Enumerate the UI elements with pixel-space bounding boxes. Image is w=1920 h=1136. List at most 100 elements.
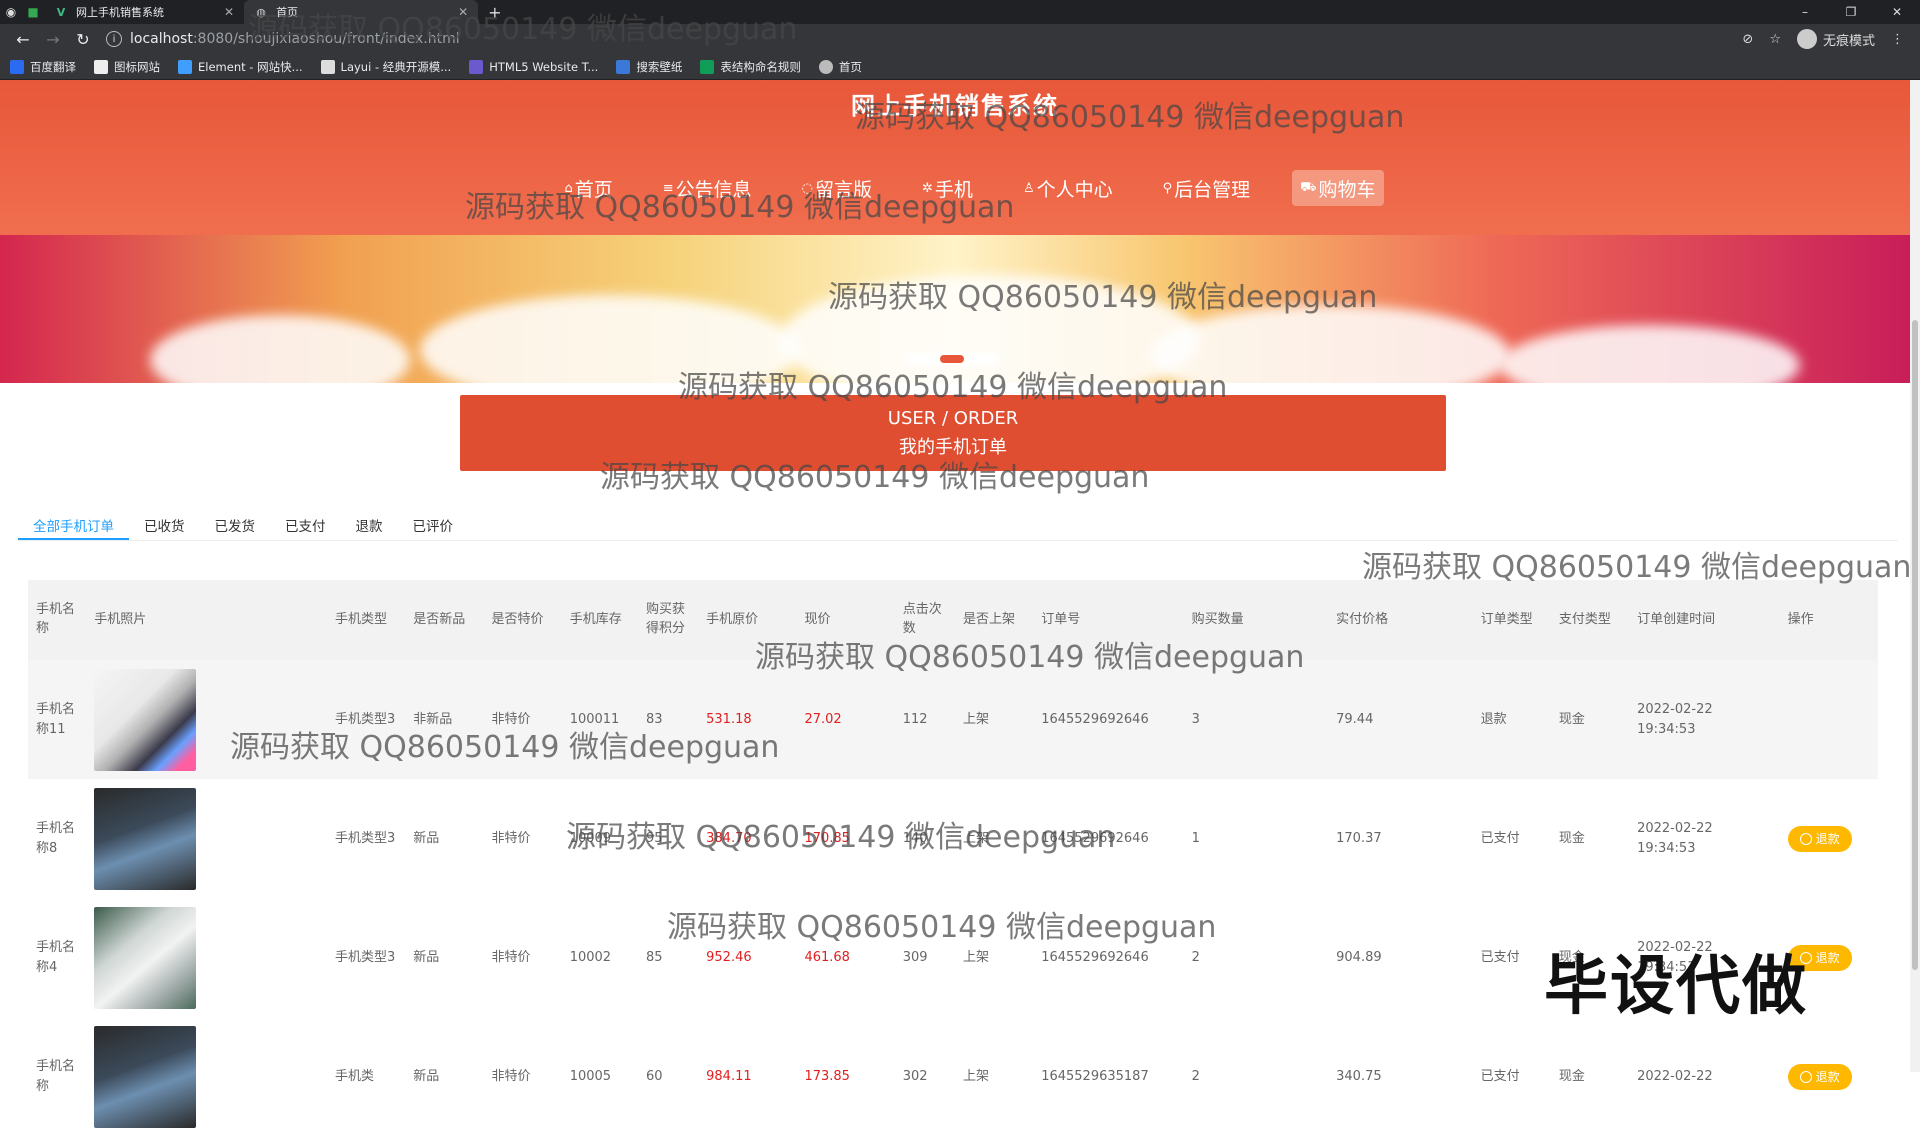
bookmark-label: HTML5 Website T... [489, 59, 599, 74]
page-scrollbar[interactable] [1910, 80, 1920, 1072]
nav-cart[interactable]: ⛟ 购物车 [1292, 170, 1384, 206]
bookmark-label: Element - 网站快... [198, 59, 303, 74]
phone-photo[interactable] [94, 906, 197, 1009]
column-header: 点击次数 [902, 602, 942, 636]
url-path: :8080/shoujixiaoshou/front/index.html [192, 31, 460, 47]
cell-price: 170.85 [804, 830, 850, 846]
bookmark-item[interactable]: 图标网站 [94, 59, 160, 75]
close-icon[interactable]: ✕ [224, 5, 234, 19]
cell-is-special: 非特价 [491, 1068, 531, 1084]
vue-logo-icon: V [56, 5, 66, 19]
tab-received[interactable]: 已收货 [129, 505, 200, 540]
browser-tab-label: 首页 [276, 6, 299, 19]
bookmark-item[interactable]: 表结构命名规则 [700, 59, 801, 75]
bookmark-item[interactable]: 首页 [818, 59, 862, 75]
refund-label: 退款 [1815, 950, 1840, 965]
cell-on-shelf: 上架 [962, 949, 989, 965]
back-icon[interactable]: ← [8, 30, 38, 49]
tracking-off-icon[interactable]: ⊘ [1742, 32, 1753, 47]
bookmark-label: 首页 [838, 59, 862, 74]
cell-created: 2022-02-22 19:34:53 [1637, 821, 1713, 856]
cell-price: 173.85 [804, 1068, 850, 1084]
tab-reviewed[interactable]: 已评价 [398, 505, 469, 540]
message-icon: ◌ [801, 180, 813, 196]
refund-button[interactable]: 退款 [1787, 825, 1852, 852]
phone-photo[interactable] [94, 668, 197, 771]
tab-all-orders[interactable]: 全部手机订单 [18, 505, 129, 540]
nav-label: 个人中心 [1036, 178, 1113, 201]
cell-order-type: 退款 [1480, 711, 1507, 727]
kebab-menu-icon[interactable]: ⋮ [1891, 32, 1904, 47]
cell-created: 2022-02-22 [1637, 1068, 1713, 1084]
nav-label: 首页 [574, 178, 613, 201]
star-icon[interactable]: ☆ [1769, 32, 1781, 47]
carousel-dot[interactable] [910, 355, 934, 363]
section-title-banner: USER / ORDER 我的手机订单 [460, 395, 1446, 471]
cell-points: 95 [645, 830, 663, 846]
bookmark-item[interactable]: Layui - 经典开源模... [320, 59, 451, 75]
site-title: 网上手机销售系统 [851, 92, 1059, 120]
bookmark-item[interactable]: 百度翻译 [10, 59, 76, 75]
cell-order-type: 已支付 [1480, 949, 1520, 965]
nav-label: 手机 [934, 178, 973, 201]
minimize-icon[interactable]: – [1782, 0, 1828, 24]
nav-phones[interactable]: ✲ 手机 [914, 170, 981, 206]
phone-photo[interactable] [94, 1025, 197, 1128]
profile-label: 无痕模式 [1822, 33, 1875, 49]
close-window-icon[interactable]: ✕ [1874, 0, 1920, 24]
phone-photo-cell [86, 660, 327, 779]
forward-icon[interactable]: → [38, 30, 68, 49]
cell-pay-type: 现金 [1558, 711, 1585, 727]
nav-admin[interactable]: ⚲ 后台管理 [1155, 170, 1259, 206]
browser-tab-2[interactable]: ◍ 首页 ✕ [244, 0, 479, 24]
scrollbar-thumb[interactable] [1912, 320, 1918, 970]
nav-profile[interactable]: ♙ 个人中心 [1015, 170, 1121, 206]
close-icon[interactable]: ✕ [458, 5, 468, 19]
nav-label: 后台管理 [1174, 178, 1251, 201]
nav-label: 购物车 [1318, 178, 1376, 201]
bookmark-item[interactable]: HTML5 Website T... [469, 59, 599, 74]
action-cell: 退款 [1780, 779, 1878, 898]
cell-name: 手机名称8 [36, 821, 76, 856]
table-row: 手机名称8 手机类型3 新品 非特价 10009 95 384.70 170.85 140 上架 1… [28, 779, 1878, 898]
refund-icon [1799, 1070, 1812, 1083]
cell-on-shelf: 上架 [962, 711, 989, 727]
reload-icon[interactable]: ↻ [68, 30, 98, 49]
restore-icon[interactable]: ❐ [1828, 0, 1874, 24]
sheets-icon[interactable]: ■ [22, 0, 44, 24]
cell-clicks: 112 [902, 711, 928, 727]
tab-paid[interactable]: 已支付 [270, 505, 341, 540]
flag-icon [94, 59, 108, 74]
cell-orig-price: 952.46 [706, 949, 752, 965]
nav-label: 留言版 [815, 178, 873, 201]
column-header: 手机库存 [569, 611, 622, 627]
cell-is-new: 非新品 [413, 711, 453, 727]
column-header: 实付价格 [1336, 611, 1389, 627]
home-icon: ⌂ [564, 180, 573, 196]
new-tab-icon[interactable]: + [488, 3, 501, 22]
phone-photo[interactable] [94, 787, 197, 890]
globe-icon: ◍ [256, 5, 266, 19]
bookmark-item[interactable]: 搜索壁纸 [616, 59, 682, 75]
tab-shipped[interactable]: 已发货 [200, 505, 271, 540]
tab-refund[interactable]: 退款 [341, 505, 398, 540]
carousel-dot[interactable] [970, 355, 994, 363]
browser-tab-1[interactable]: V 网上手机销售系统 ✕ [44, 0, 244, 24]
nav-home[interactable]: ⌂ 首页 [556, 170, 620, 206]
nav-guestbook[interactable]: ◌ 留言版 [794, 170, 880, 206]
cell-is-special: 非特价 [491, 830, 531, 846]
browser-menu-icon[interactable]: ◉ [0, 0, 22, 24]
bookmark-label: 图标网站 [114, 59, 160, 74]
refund-button[interactable]: 退款 [1787, 1063, 1852, 1090]
profile-button[interactable]: 无痕模式 [1796, 29, 1875, 49]
promo-stamp: 毕设代做 [1544, 950, 1808, 1024]
user-icon: ♙ [1022, 180, 1035, 196]
element-icon [178, 59, 192, 74]
url-field[interactable]: i localhost:8080/shoujixiaoshou/front/in… [98, 26, 1742, 52]
info-icon[interactable]: i [106, 31, 122, 47]
bookmark-item[interactable]: Element - 网站快... [178, 59, 303, 75]
carousel-dot-active[interactable] [940, 355, 964, 363]
cell-pay-type: 现金 [1558, 830, 1585, 846]
section-title-cn: 我的手机订单 [899, 437, 1007, 458]
nav-notices[interactable]: ≡ 公告信息 [655, 170, 760, 206]
